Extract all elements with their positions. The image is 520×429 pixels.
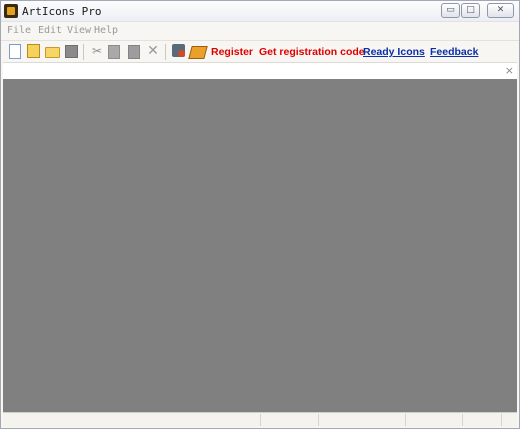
open-folder-icon[interactable] <box>45 47 60 58</box>
menu-help[interactable]: Help <box>94 25 118 36</box>
close-button[interactable]: ✕ <box>487 3 514 18</box>
workspace-area[interactable] <box>3 79 517 412</box>
register-link[interactable]: Register <box>211 46 253 58</box>
status-bar <box>3 412 517 427</box>
maximize-button[interactable]: □ <box>461 3 480 18</box>
status-panel <box>462 414 463 426</box>
ready-icons-link[interactable]: Ready Icons <box>363 46 425 58</box>
tools-icon[interactable] <box>172 44 185 57</box>
cut-icon[interactable]: ✂ <box>90 44 104 58</box>
document-tab-strip: × <box>3 62 517 80</box>
save-icon[interactable] <box>65 45 78 58</box>
toolbar-separator <box>165 44 166 60</box>
delete-icon[interactable]: ✕ <box>146 44 160 58</box>
book-icon[interactable] <box>188 46 208 59</box>
toolbar-separator <box>83 44 84 60</box>
open-palette-icon[interactable] <box>27 44 40 58</box>
minimize-button[interactable]: ▭ <box>441 3 460 18</box>
copy-icon[interactable] <box>108 45 120 59</box>
app-icon[interactable] <box>4 4 18 18</box>
close-document-icon[interactable]: × <box>505 64 514 77</box>
status-panel <box>260 414 261 426</box>
paste-icon[interactable] <box>128 45 140 59</box>
menu-edit[interactable]: Edit <box>38 25 62 36</box>
status-panel <box>405 414 406 426</box>
title-bar[interactable]: ArtIcons Pro ▭ □ ✕ <box>1 1 519 22</box>
window-title: ArtIcons Pro <box>22 5 102 18</box>
new-icon[interactable] <box>9 44 21 59</box>
app-window: ArtIcons Pro ▭ □ ✕ File Edit View Help ✂… <box>0 0 520 429</box>
menu-view[interactable]: View <box>67 25 91 36</box>
menu-file[interactable]: File <box>7 25 31 36</box>
get-registration-code-link[interactable]: Get registration code <box>259 46 365 58</box>
status-panel <box>501 414 502 426</box>
toolbar: ✂ ✕ Register Get registration code Ready… <box>1 40 519 63</box>
feedback-link[interactable]: Feedback <box>430 46 478 58</box>
menu-bar: File Edit View Help <box>1 23 519 39</box>
status-panel <box>318 414 319 426</box>
